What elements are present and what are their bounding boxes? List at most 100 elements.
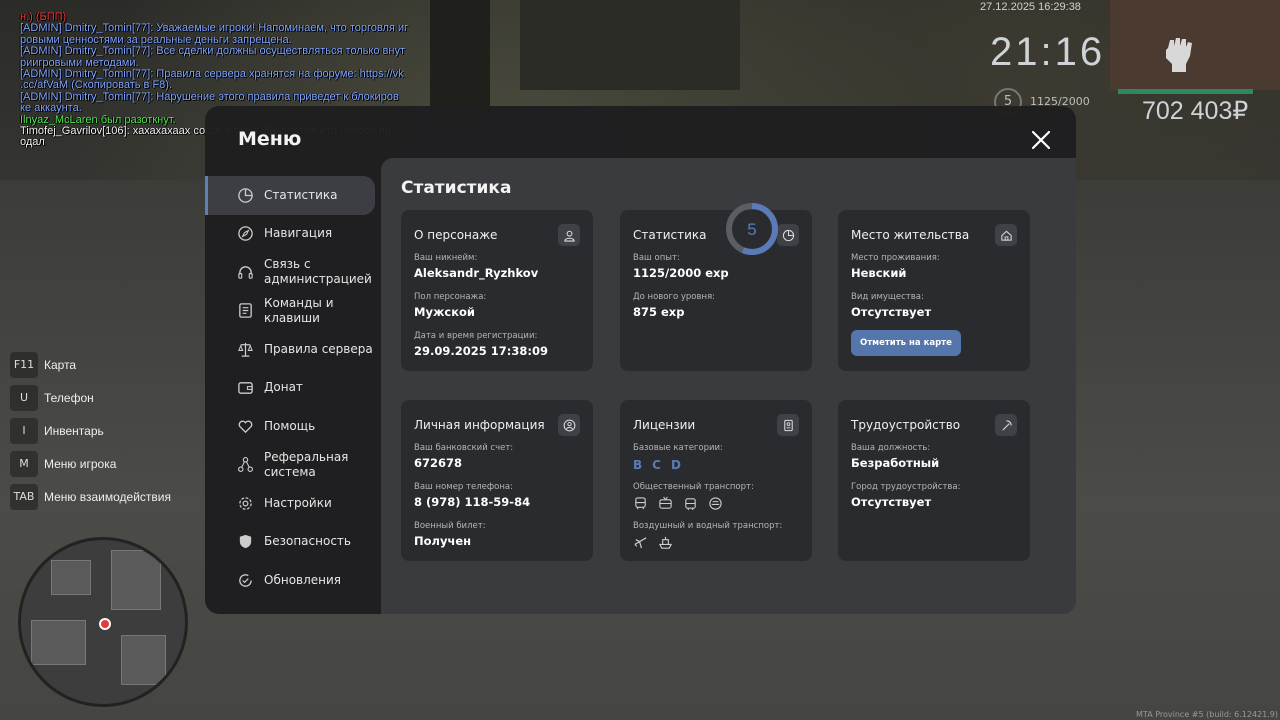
card-title: О персонаже	[414, 228, 498, 242]
card-title: Лицензии	[633, 418, 696, 432]
sidebar-item-admin-contact[interactable]: Связь с администрацией	[205, 253, 381, 292]
sidebar-item-rules[interactable]: Правила сервера	[205, 330, 381, 369]
sidebar-item-referral[interactable]: Реферальная система	[205, 446, 381, 485]
sidebar-item-label: Команды и клавиши	[264, 295, 334, 325]
compass-icon	[238, 226, 253, 242]
work-city-value: Отсутствует	[851, 495, 932, 509]
card-title: Место жительства	[851, 228, 970, 242]
user-circle-icon	[558, 414, 580, 436]
sidebar-item-statistics[interactable]: Статистика	[205, 176, 375, 215]
minimap	[18, 537, 188, 707]
user-icon	[558, 224, 580, 246]
scales-icon	[238, 342, 253, 357]
sidebar-item-navigation[interactable]: Навигация	[205, 215, 381, 254]
licenses-card: Лицензии Базовые категории: B C D Общест…	[620, 400, 812, 561]
sidebar-item-label: Связь с администрацией	[264, 257, 372, 287]
mark-on-map-button[interactable]: Отметить на карте	[851, 330, 961, 356]
military-label: Военный билет:	[414, 521, 486, 531]
sidebar-item-label: Безопасность	[264, 534, 351, 549]
sidebar-item-donate[interactable]: Донат	[205, 369, 381, 408]
sidebar: Статистика Навигация Связь с администрац…	[205, 176, 381, 600]
level-progress-ring: 5	[726, 203, 778, 255]
gear-icon	[239, 496, 252, 510]
hud-clock: 21:16	[990, 30, 1106, 74]
sidebar-item-label: Обновления	[264, 572, 342, 587]
nickname-value: Aleksandr_Ryzhkov	[414, 266, 539, 280]
key-badge: F11	[10, 351, 38, 378]
map-block	[121, 635, 166, 685]
key-label: Карта	[44, 357, 77, 372]
hud-date: 27.12.2025 16:29:38	[980, 1, 1081, 13]
close-icon[interactable]	[1029, 128, 1053, 152]
exp-value: 1125/2000 exp	[633, 266, 729, 280]
gender-label: Пол персонажа:	[414, 292, 487, 302]
phone-label: Ваш номер телефона:	[414, 482, 513, 492]
key-hint: I Инвентарь	[10, 414, 171, 447]
key-badge: I	[10, 417, 38, 444]
key-label: Инвентарь	[44, 423, 104, 438]
document-icon	[239, 303, 252, 319]
key-label: Меню взаимодействия	[44, 489, 171, 504]
key-label: Меню игрока	[44, 456, 117, 471]
sidebar-item-label: Донат	[264, 380, 303, 395]
sidebar-item-label: Правила сервера	[264, 341, 373, 356]
license-category: B	[633, 458, 643, 472]
sidebar-item-label: Навигация	[264, 226, 333, 241]
personal-info-card: Личная информация Ваш банковский счет: 6…	[401, 400, 593, 561]
card-title: Статистика	[633, 228, 707, 242]
sidebar-item-updates[interactable]: Обновления	[205, 561, 381, 600]
card-title: Личная информация	[414, 418, 545, 432]
bank-label: Ваш банковский счет:	[414, 443, 514, 453]
tram-icon	[685, 498, 696, 511]
license-categories: B C D	[633, 458, 799, 472]
key-hints: F11 Карта U Телефон I Инвентарь M Меню и…	[10, 348, 171, 513]
sidebar-item-label: Статистика	[264, 187, 338, 202]
boat-icon	[658, 536, 673, 549]
key-badge: TAB	[10, 483, 38, 510]
map-block	[51, 560, 91, 595]
military-value: Получен	[414, 534, 472, 548]
public-transport-icons	[633, 496, 799, 511]
license-category: C	[652, 458, 661, 472]
employment-card: Трудоустройство Ваша должность: Безработ…	[838, 400, 1030, 561]
modal-title: Меню	[238, 128, 302, 150]
bank-value: 672678	[414, 456, 463, 470]
license-category: D	[670, 458, 681, 472]
hud-money: 702 403₽	[1142, 97, 1249, 125]
sidebar-item-label: Реферальная система	[264, 449, 349, 479]
trolleybus-icon	[659, 496, 672, 509]
pie-chart-icon	[777, 224, 799, 246]
sidebar-item-help[interactable]: Помощь	[205, 407, 381, 446]
key-hint: TAB Меню взаимодействия	[10, 480, 171, 513]
level-number: 5	[747, 220, 756, 239]
base-categories-label: Базовые категории:	[633, 443, 723, 453]
position-value: Безработный	[851, 456, 940, 470]
sidebar-item-label: Помощь	[264, 418, 316, 433]
shield-icon	[239, 535, 252, 549]
phone-value: 8 (978) 118-59-84	[414, 495, 531, 509]
property-value: Отсутствует	[851, 305, 932, 319]
heart-hand-icon	[238, 420, 253, 433]
network-icon	[238, 457, 253, 473]
key-hint: F11 Карта	[10, 348, 171, 381]
key-badge: U	[10, 384, 38, 411]
sidebar-item-commands[interactable]: Команды и клавиши	[205, 292, 381, 331]
refresh-icon	[239, 574, 252, 587]
place-value: Невский	[851, 266, 907, 280]
key-hint: U Телефон	[10, 381, 171, 414]
sidebar-item-security[interactable]: Безопасность	[205, 523, 381, 562]
character-card: О персонаже Ваш никнейм: Aleksandr_Ryzhk…	[401, 210, 593, 371]
sidebar-item-settings[interactable]: Настройки	[205, 484, 381, 523]
public-transport-label: Общественный транспорт:	[633, 482, 754, 492]
air-water-icons	[633, 535, 799, 550]
key-label: Телефон	[44, 390, 94, 405]
map-block	[111, 550, 161, 610]
map-block	[31, 620, 86, 665]
work-city-label: Город трудоустройства:	[851, 482, 961, 492]
menu-modal: Меню Статистика Навигация Связь с админи…	[205, 106, 1076, 614]
build-info: MTA Province #5 (build: 6.12421.9)	[1136, 710, 1278, 719]
sidebar-item-label: Настройки	[264, 495, 332, 510]
residence-card: Место жительства Место проживания: Невск…	[838, 210, 1030, 371]
id-card-icon	[777, 414, 799, 436]
position-label: Ваша должность:	[851, 443, 931, 453]
